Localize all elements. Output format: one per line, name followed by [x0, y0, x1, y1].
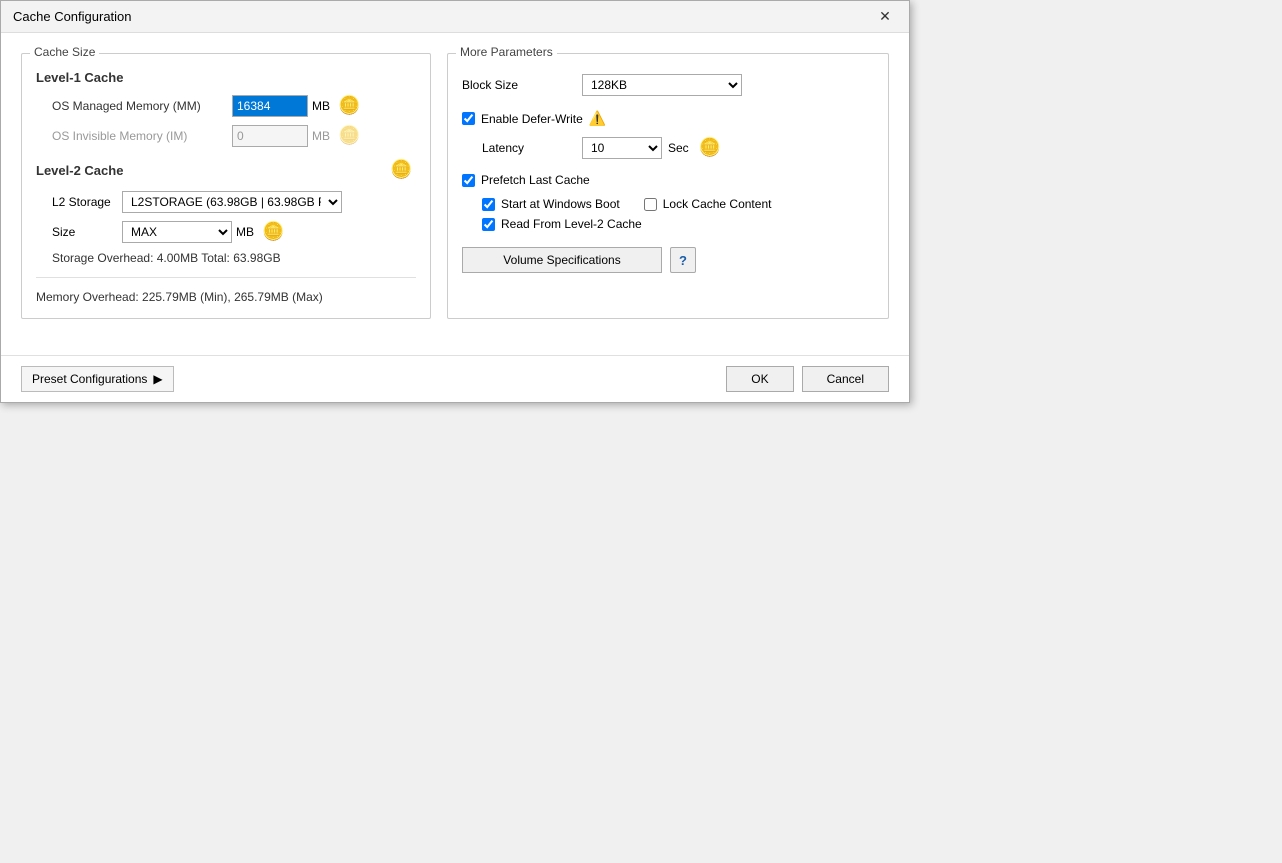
block-size-select[interactable]: 4KB 8KB 16KB 32KB 64KB 128KB 256KB 512KB — [582, 74, 742, 96]
close-button[interactable]: ✕ — [873, 5, 897, 29]
enable-defer-write-label: Enable Defer-Write — [481, 112, 583, 126]
latency-label: Latency — [482, 141, 582, 155]
sub-option-row-1: Start at Windows Boot Lock Cache Content — [482, 197, 874, 211]
storage-overhead-text: Storage Overhead: 4.00MB Total: 63.98GB — [36, 251, 416, 265]
read-from-l2-label: Read From Level-2 Cache — [501, 217, 642, 231]
l2-storage-row: L2 Storage L2STORAGE (63.98GB | 63.98GB … — [36, 191, 416, 213]
latency-select[interactable]: 5 10 15 20 30 60 — [582, 137, 662, 159]
dialog-buttons: OK Cancel — [726, 366, 889, 392]
size-unit: MB — [236, 225, 254, 239]
os-managed-row: OS Managed Memory (MM) 16384 MB 🪙 — [36, 95, 416, 117]
level1-label: Level-1 Cache — [36, 70, 123, 85]
os-invisible-row: OS Invisible Memory (IM) 0 MB 🪙 — [36, 125, 416, 147]
enable-defer-write-checkbox[interactable] — [462, 112, 475, 125]
size-label: Size — [52, 225, 122, 239]
os-managed-unit: MB — [312, 99, 330, 113]
os-invisible-unit: MB — [312, 129, 330, 143]
prefetch-section: Prefetch Last Cache Start at Windows Boo… — [462, 173, 874, 231]
latency-icon[interactable]: 🪙 — [699, 137, 725, 159]
l2-storage-select[interactable]: L2STORAGE (63.98GB | 63.98GB Free) — [122, 191, 342, 213]
level2-cache-group: Level-2 Cache 🪙 L2 Storage L2STORAGE (63… — [36, 159, 416, 265]
more-params-group: More Parameters Block Size 4KB 8KB 16KB … — [447, 53, 889, 319]
lock-cache-label: Lock Cache Content — [663, 197, 772, 211]
title-bar: Cache Configuration ✕ — [1, 1, 909, 33]
os-managed-label: OS Managed Memory (MM) — [52, 99, 232, 113]
volume-spec-button[interactable]: Volume Specifications — [462, 247, 662, 273]
size-icon[interactable]: 🪙 — [262, 221, 288, 243]
cache-size-title: Cache Size — [30, 45, 99, 59]
prefetch-row: Prefetch Last Cache — [462, 173, 874, 187]
level2-label: Level-2 Cache — [36, 163, 123, 178]
enable-defer-write-row: Enable Defer-Write ⚠️ — [462, 110, 874, 127]
os-invisible-label: OS Invisible Memory (IM) — [52, 129, 232, 143]
prefetch-last-cache-checkbox[interactable] — [462, 174, 475, 187]
lock-cache-checkbox[interactable] — [644, 198, 657, 211]
lock-cache-row: Lock Cache Content — [644, 197, 772, 211]
right-inner: Block Size 4KB 8KB 16KB 32KB 64KB 128KB … — [462, 70, 874, 277]
preset-label: Preset Configurations — [32, 372, 147, 386]
memory-overhead-text: Memory Overhead: 225.79MB (Min), 265.79M… — [36, 290, 416, 304]
prefetch-sub-options: Start at Windows Boot Lock Cache Content… — [462, 197, 874, 231]
os-invisible-icon[interactable]: 🪙 — [338, 125, 364, 147]
bottom-bar: Preset Configurations ▶ OK Cancel — [1, 355, 909, 402]
preset-arrow-icon: ▶ — [153, 372, 162, 386]
dialog: Cache Configuration ✕ Cache Size Level-1… — [0, 0, 910, 403]
defer-write-warning-icon: ⚠️ — [589, 110, 606, 127]
more-params-title: More Parameters — [456, 45, 557, 59]
l2-storage-label: L2 Storage — [52, 195, 122, 209]
read-from-l2-row: Read From Level-2 Cache — [482, 217, 874, 231]
cancel-button[interactable]: Cancel — [802, 366, 889, 392]
size-row: Size MAX MB 🪙 — [36, 221, 416, 243]
os-managed-input[interactable]: 16384 — [232, 95, 308, 117]
start-at-boot-row: Start at Windows Boot — [482, 197, 620, 211]
main-row: Cache Size Level-1 Cache OS Managed Memo… — [21, 53, 889, 319]
os-managed-icon[interactable]: 🪙 — [338, 95, 364, 117]
help-button[interactable]: ? — [670, 247, 696, 273]
read-from-l2-checkbox[interactable] — [482, 218, 495, 231]
preset-configurations-button[interactable]: Preset Configurations ▶ — [21, 366, 174, 392]
vol-help-row: Volume Specifications ? — [462, 247, 874, 273]
level1-header: Level-1 Cache — [36, 70, 416, 85]
dialog-content: Cache Size Level-1 Cache OS Managed Memo… — [1, 33, 909, 355]
os-invisible-input: 0 — [232, 125, 308, 147]
size-select[interactable]: MAX — [122, 221, 232, 243]
level1-cache-group: Level-1 Cache OS Managed Memory (MM) 163… — [36, 70, 416, 147]
block-size-row: Block Size 4KB 8KB 16KB 32KB 64KB 128KB … — [462, 74, 874, 96]
latency-row: Latency 5 10 15 20 30 60 Sec 🪙 — [462, 137, 874, 159]
dialog-title: Cache Configuration — [13, 9, 132, 24]
level2-icon[interactable]: 🪙 — [390, 159, 416, 181]
ok-button[interactable]: OK — [726, 366, 793, 392]
start-at-boot-checkbox[interactable] — [482, 198, 495, 211]
latency-unit: Sec — [668, 141, 689, 155]
cache-size-group: Cache Size Level-1 Cache OS Managed Memo… — [21, 53, 431, 319]
prefetch-last-cache-label: Prefetch Last Cache — [481, 173, 590, 187]
level2-header: Level-2 Cache 🪙 — [36, 159, 416, 181]
block-size-label: Block Size — [462, 78, 582, 92]
start-at-boot-label: Start at Windows Boot — [501, 197, 620, 211]
